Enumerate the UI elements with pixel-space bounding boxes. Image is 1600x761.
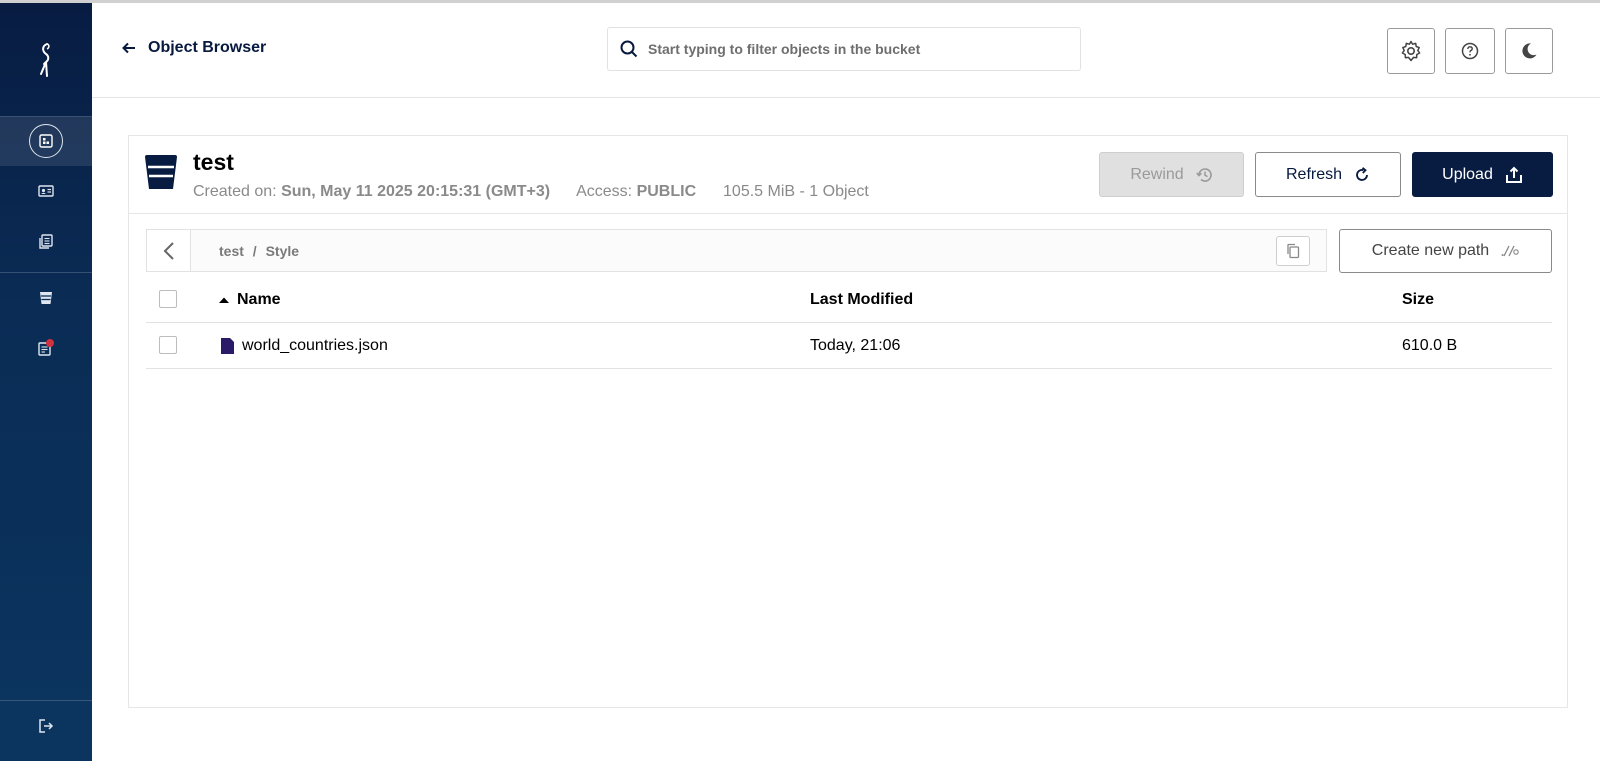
select-all-checkbox[interactable] [159,290,177,308]
dark-mode-icon [1522,43,1537,59]
top-header: Object Browser [92,3,1600,98]
refresh-button[interactable]: Refresh [1255,152,1401,197]
objects-table: Name Last Modified Size world_countries.… [146,277,1552,369]
breadcrumb-root[interactable]: test [219,243,244,259]
breadcrumb-separator: / [252,243,257,259]
breadcrumb: test / Style [219,243,299,259]
access-keys-icon [38,185,54,197]
copy-path-button[interactable] [1276,236,1310,266]
file-size: 610.0 B [1402,337,1458,354]
back-link-label: Object Browser [148,39,267,56]
create-new-path-label: Create new path [1371,242,1490,259]
notification-badge [46,339,54,347]
search-box[interactable] [607,27,1081,71]
path-breadcrumb-bar: test / Style [146,229,1327,272]
chevron-left-icon [163,241,174,260]
copy-icon [1287,243,1300,259]
column-header-name[interactable]: Name [218,291,281,309]
rewind-button[interactable]: Rewind [1099,152,1244,197]
table-header-row: Name Last Modified Size [146,277,1552,323]
sidebar-item-access-keys[interactable] [0,166,92,216]
column-header-last-modified[interactable]: Last Modified [810,291,913,309]
back-to-object-browser-link[interactable]: Object Browser [122,39,266,57]
sidebar-item-documentation[interactable] [0,216,92,266]
sidebar-item-logout[interactable] [0,701,92,751]
help-button[interactable] [1445,28,1495,74]
search-input[interactable] [648,41,1068,57]
documentation-icon [39,233,53,249]
upload-button[interactable]: Upload [1412,152,1553,197]
bucket-icon [145,155,177,189]
sidebar-item-license[interactable] [0,323,92,373]
file-name: world_countries.json [242,337,388,354]
dark-mode-button[interactable] [1505,28,1553,74]
created-value: Sun, May 11 2025 20:15:31 (GMT+3) [281,183,551,200]
refresh-label: Refresh [1285,165,1343,183]
bucket-header: test Created on: Sun, May 11 2025 20:15:… [129,136,1567,214]
created-label: Created on: [193,183,277,200]
row-checkbox[interactable] [159,336,177,354]
help-icon [1461,42,1479,60]
file-last-modified: Today, 21:06 [810,337,901,354]
file-icon [221,338,234,354]
sidebar-item-object-browser[interactable] [0,116,92,166]
column-header-size[interactable]: Size [1402,291,1434,309]
bucket-summary: 105.5 MiB - 1 Object [723,183,869,200]
minio-bird-logo-icon [40,42,50,77]
logout-icon [39,719,54,733]
upload-label: Upload [1442,165,1493,183]
access-value: PUBLIC [636,183,697,200]
access-label: Access: [576,183,633,200]
bucket-meta: Created on: Sun, May 11 2025 20:15:31 (G… [193,183,869,201]
file-name-cell[interactable]: world_countries.json [220,337,388,355]
refresh-icon [1356,166,1368,181]
upload-icon [1505,166,1522,183]
search-icon [620,40,638,58]
sidebar-item-buckets[interactable] [0,273,92,323]
create-new-path-button[interactable]: Create new path [1339,229,1552,273]
name-header-label: Name [237,291,281,308]
sort-ascending-icon [219,297,229,303]
rewind-label: Rewind [1130,165,1184,183]
bucket-name: test [193,149,234,175]
bucket-panel: test Created on: Sun, May 11 2025 20:15:… [128,135,1568,708]
sidebar [0,3,92,761]
settings-icon [1401,40,1421,62]
table-row[interactable]: world_countries.json Today, 21:06 610.0 … [146,323,1552,369]
bucket-icon [40,292,52,304]
sidebar-logo[interactable] [0,3,92,117]
arrow-left-icon [122,42,135,54]
path-back-button[interactable] [147,230,191,271]
settings-button[interactable] [1387,28,1435,74]
rewind-history-icon [1195,167,1212,182]
breadcrumb-current-folder: Style [265,243,300,259]
object-browser-icon [39,134,53,148]
new-path-icon [1501,245,1519,257]
